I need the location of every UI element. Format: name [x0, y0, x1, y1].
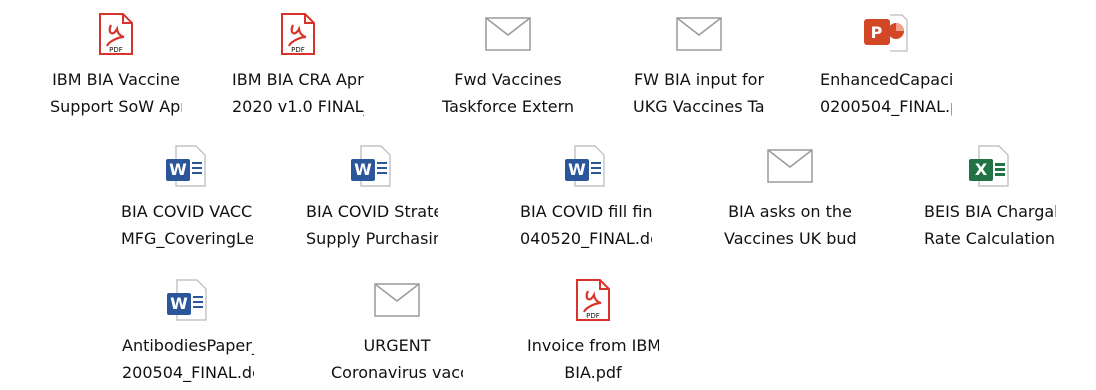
mail-icon — [765, 140, 815, 192]
word-icon: W — [163, 274, 213, 326]
file-label: EnhancedCapacity_2 0200504_FINAL.pptx — [820, 70, 952, 116]
file-item[interactable]: W BIA COVID VACCINE MFG_CoveringLetter_ — [121, 132, 253, 256]
file-label: Fwd Vaccines Taskforce External Ad — [442, 70, 574, 116]
mail-icon — [483, 8, 533, 60]
file-item[interactable]: URGENT Coronavirus vaccine ( — [331, 266, 463, 390]
file-item[interactable]: W BIA COVID fill finish 040520_FINAL.doc… — [520, 132, 652, 256]
file-item[interactable]: X BEIS BIA Chargable Rate Calculation.xl… — [924, 132, 1056, 256]
pdf-icon: PDF — [91, 8, 141, 60]
file-item[interactable]: P EnhancedCapacity_2 0200504_FINAL.pptx — [820, 0, 952, 124]
file-item[interactable]: BIA asks on the Vaccines UK budget — [724, 132, 856, 256]
svg-text:W: W — [354, 160, 372, 179]
file-label: AntibodiesPaper_20 200504_FINAL.docx — [122, 336, 254, 382]
mail-icon — [674, 8, 724, 60]
svg-text:W: W — [170, 294, 188, 313]
file-label: BIA COVID fill finish 040520_FINAL.docx — [520, 202, 652, 248]
svg-text:PDF: PDF — [586, 312, 600, 320]
file-item[interactable]: FW BIA input for UKG Vaccines Task F — [633, 0, 765, 124]
file-item[interactable]: PDF Invoice from IBM to BIA.pdf — [527, 266, 659, 390]
file-item[interactable]: PDF IBM BIA Vaccine Support SoW April 2( — [50, 0, 182, 124]
file-label: BIA asks on the Vaccines UK budget — [724, 202, 856, 248]
file-item[interactable]: PDF IBM BIA CRA April 2020 v1.0 FINAL_20… — [232, 0, 364, 124]
svg-text:P: P — [871, 23, 883, 42]
file-label: URGENT Coronavirus vaccine ( — [331, 336, 463, 382]
word-icon: W — [561, 140, 611, 192]
file-item[interactable]: W BIA COVID Strategic Supply Purchasing_… — [306, 132, 438, 256]
file-label: BEIS BIA Chargable Rate Calculation.xlsx — [924, 202, 1056, 248]
file-label: FW BIA input for UKG Vaccines Task F — [633, 70, 765, 116]
mail-icon — [372, 274, 422, 326]
word-icon: W — [162, 140, 212, 192]
pptx-icon: P — [861, 8, 911, 60]
file-label: Invoice from IBM to BIA.pdf — [527, 336, 659, 382]
file-label: BIA COVID VACCINE MFG_CoveringLetter_ — [121, 202, 253, 248]
file-label: BIA COVID Strategic Supply Purchasing_2( — [306, 202, 438, 248]
file-item[interactable]: W AntibodiesPaper_20 200504_FINAL.docx — [122, 266, 254, 390]
svg-text:PDF: PDF — [109, 46, 123, 54]
pdf-icon: PDF — [568, 274, 618, 326]
svg-text:W: W — [169, 160, 187, 179]
svg-text:W: W — [568, 160, 586, 179]
file-item[interactable]: Fwd Vaccines Taskforce External Ad — [442, 0, 574, 124]
pdf-icon: PDF — [273, 8, 323, 60]
file-label: IBM BIA CRA April 2020 v1.0 FINAL_202 — [232, 70, 364, 116]
word-icon: W — [347, 140, 397, 192]
excel-icon: X — [965, 140, 1015, 192]
file-label: IBM BIA Vaccine Support SoW April 2( — [50, 70, 182, 116]
desktop-file-grid: PDF IBM BIA Vaccine Support SoW April 2(… — [0, 0, 1096, 390]
svg-text:PDF: PDF — [291, 46, 305, 54]
svg-text:X: X — [975, 160, 988, 179]
